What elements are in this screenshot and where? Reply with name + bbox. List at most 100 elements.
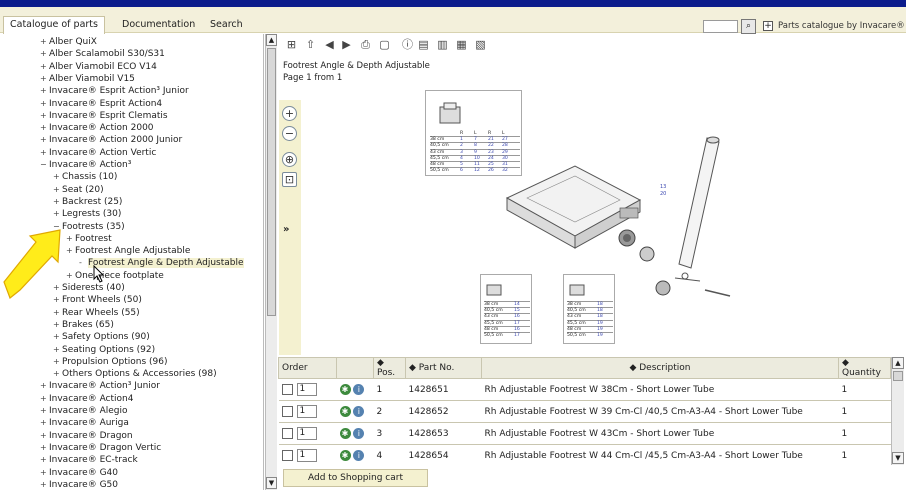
expand-icon[interactable]: + bbox=[40, 393, 49, 405]
expand-icon[interactable]: + bbox=[40, 122, 49, 134]
tree-item[interactable]: + Propulsion Options (96) bbox=[53, 356, 168, 368]
tree-item[interactable]: + Alber Viamobil V15 bbox=[40, 73, 135, 85]
tab-documentation[interactable]: Documentation bbox=[116, 17, 201, 33]
gear-icon[interactable]: ✱ bbox=[339, 450, 351, 461]
expand-icon[interactable]: + bbox=[40, 454, 49, 466]
scroll-thumb[interactable] bbox=[267, 48, 276, 316]
expand-icon[interactable]: + bbox=[53, 344, 62, 356]
scroll-down-icon[interactable]: ▼ bbox=[266, 477, 277, 489]
view-split-icon[interactable]: ▦ bbox=[455, 38, 468, 51]
tree-item[interactable]: + Rear Wheels (55) bbox=[53, 307, 140, 319]
tree-item[interactable]: + Alber Scalamobil S30/S31 bbox=[40, 48, 165, 60]
tree-item[interactable]: + Invacare® Action 2000 bbox=[40, 122, 154, 134]
table-scrollbar[interactable]: ▲ ▼ bbox=[891, 357, 904, 465]
view-list-icon[interactable]: ▤ bbox=[417, 38, 430, 51]
expand-icon[interactable]: + bbox=[53, 196, 62, 208]
order-checkbox[interactable] bbox=[281, 384, 293, 395]
forward-icon[interactable]: ▶ bbox=[340, 38, 353, 51]
info-icon[interactable]: i bbox=[353, 428, 365, 439]
tree-item[interactable]: + Invacare® Esprit Action³ Junior bbox=[40, 85, 189, 97]
print-icon[interactable]: ⎙ bbox=[359, 38, 372, 51]
expand-icon[interactable]: + bbox=[40, 467, 49, 479]
tree-item[interactable]: + Footrest Angle Adjustable bbox=[66, 245, 190, 257]
scroll-up-icon[interactable]: ▲ bbox=[266, 34, 277, 46]
order-quantity-input[interactable]: 1 bbox=[296, 405, 317, 418]
order-checkbox[interactable] bbox=[281, 450, 293, 461]
scroll-down-icon[interactable]: ▼ bbox=[892, 452, 904, 464]
expand-icon[interactable]: + bbox=[53, 356, 62, 368]
order-checkbox[interactable] bbox=[281, 428, 293, 439]
zoom-window-icon[interactable]: ⊡ bbox=[282, 172, 297, 187]
tree-item[interactable]: + Seat (20) bbox=[53, 184, 104, 196]
scroll-thumb[interactable] bbox=[893, 371, 903, 381]
home-icon[interactable]: ⇧ bbox=[304, 38, 317, 51]
expand-icon[interactable]: + bbox=[53, 171, 62, 183]
expand-icon[interactable]: + bbox=[40, 405, 49, 417]
expand-icon[interactable]: + bbox=[40, 85, 49, 97]
tree-scrollbar[interactable]: ▲ ▼ bbox=[265, 34, 277, 490]
zoom-in-icon[interactable]: + bbox=[282, 106, 297, 121]
exploded-parts-drawing[interactable]: R L R L 38 cm 1 7 21 27 40,5 cm 2 8 22 28 43 cm 3 9 23 29 4… bbox=[415, 88, 735, 348]
tree-item[interactable]: + Invacare® Alegio bbox=[40, 405, 127, 417]
expand-icon[interactable]: + bbox=[53, 184, 62, 196]
tree-item[interactable]: + Legrests (30) bbox=[53, 208, 121, 220]
tree-item[interactable]: + Chassis (10) bbox=[53, 171, 117, 183]
expand-icon[interactable]: + bbox=[40, 110, 49, 122]
expand-icon[interactable]: + bbox=[40, 442, 49, 454]
search-input[interactable] bbox=[703, 20, 738, 33]
info-icon[interactable]: ⓘ bbox=[401, 38, 414, 51]
tree-item[interactable]: + Invacare® Action³ Junior bbox=[40, 380, 160, 392]
order-checkbox[interactable] bbox=[281, 406, 293, 417]
col-description[interactable]: ◆ Description bbox=[481, 357, 839, 379]
tree-item[interactable]: + Invacare® Action4 bbox=[40, 393, 133, 405]
order-quantity-input[interactable]: 1 bbox=[296, 427, 317, 440]
gear-icon[interactable]: ✱ bbox=[339, 384, 351, 395]
tab-search[interactable]: Search bbox=[204, 17, 249, 33]
gear-icon[interactable]: ✱ bbox=[339, 428, 351, 439]
expand-icon[interactable]: + bbox=[53, 319, 62, 331]
info-icon[interactable]: i bbox=[353, 450, 365, 461]
tree-item[interactable]: + Invacare® EC-track bbox=[40, 454, 138, 466]
expand-icon[interactable]: + bbox=[40, 61, 49, 73]
view-compact-icon[interactable]: ▥ bbox=[436, 38, 449, 51]
tree-item[interactable]: − Invacare® Action³ bbox=[40, 159, 131, 171]
expand-icon[interactable]: + bbox=[40, 73, 49, 85]
expand-icon[interactable]: + bbox=[53, 208, 62, 220]
add-to-cart-button[interactable]: Add to Shopping cart bbox=[283, 469, 428, 487]
expand-icon[interactable]: + bbox=[53, 368, 62, 380]
expand-icon[interactable]: + bbox=[40, 430, 49, 442]
info-icon[interactable]: i bbox=[353, 384, 365, 395]
expand-icon[interactable]: + bbox=[40, 134, 49, 146]
tree-item[interactable]: + Invacare® Action 2000 Junior bbox=[40, 134, 182, 146]
back-icon[interactable]: ◀ bbox=[323, 38, 336, 51]
tree-item[interactable]: + Invacare® Dragon bbox=[40, 430, 133, 442]
col-quantity[interactable]: ◆ Quantity bbox=[838, 357, 891, 379]
expand-icon[interactable]: + bbox=[53, 307, 62, 319]
tree-item[interactable]: + Seating Options (92) bbox=[53, 344, 155, 356]
tree-item[interactable]: + Invacare® Dragon Vertic bbox=[40, 442, 161, 454]
expand-panel-icon[interactable]: » bbox=[283, 224, 289, 235]
zoom-fit-icon[interactable]: ⊕ bbox=[282, 152, 297, 167]
tree-item[interactable]: + Invacare® Esprit Action4 bbox=[40, 98, 162, 110]
scroll-up-icon[interactable]: ▲ bbox=[892, 357, 904, 369]
expand-icon[interactable]: + bbox=[40, 98, 49, 110]
tree-item[interactable]: + Invacare® Action Vertic bbox=[40, 147, 156, 159]
col-part-no[interactable]: ◆ Part No. bbox=[405, 357, 482, 379]
expand-icon[interactable]: + bbox=[40, 36, 49, 48]
tree-item[interactable]: + Alber QuiX bbox=[40, 36, 97, 48]
tree-item[interactable]: + Invacare® G40 bbox=[40, 467, 118, 479]
tree-item[interactable]: + Safety Options (90) bbox=[53, 331, 150, 343]
tree-item[interactable]: + Invacare® Auriga bbox=[40, 417, 129, 429]
col-pos[interactable]: ◆ Pos. bbox=[373, 357, 406, 379]
magnifier-icon[interactable]: ⌕ bbox=[741, 19, 756, 34]
book-icon[interactable]: ▢ bbox=[378, 38, 391, 51]
view-grid-icon[interactable]: ▧ bbox=[474, 38, 487, 51]
expand-icon[interactable]: - bbox=[79, 257, 88, 269]
expand-icon[interactable]: + bbox=[40, 147, 49, 159]
gear-icon[interactable]: ✱ bbox=[339, 406, 351, 417]
plus-box-icon[interactable]: + bbox=[763, 21, 773, 31]
tree-item[interactable]: + Footrest bbox=[66, 233, 112, 245]
tree-item[interactable]: + Others Options & Accessories (98) bbox=[53, 368, 217, 380]
order-quantity-input[interactable]: 1 bbox=[296, 449, 317, 462]
zoom-out-icon[interactable]: − bbox=[282, 126, 297, 141]
